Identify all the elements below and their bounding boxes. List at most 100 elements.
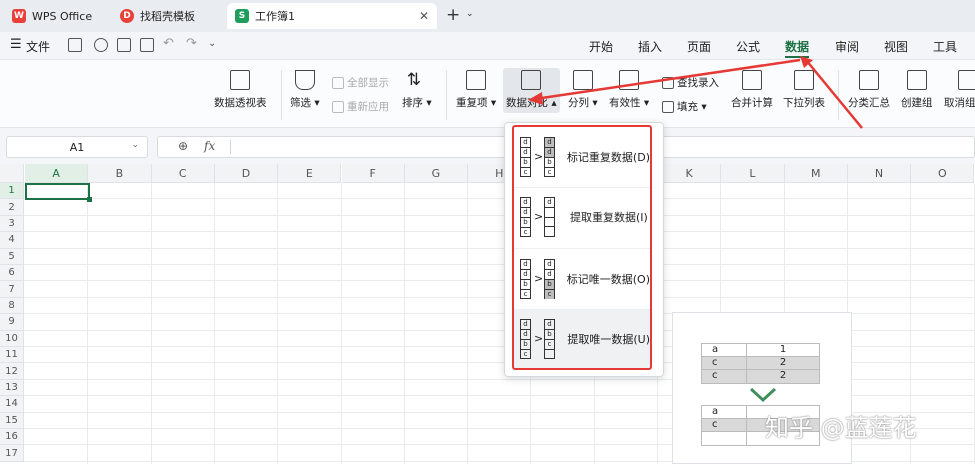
print-preview-icon[interactable] (140, 38, 154, 52)
select-all-corner[interactable] (0, 164, 24, 183)
grid-line (24, 247, 975, 249)
grid-line (24, 280, 975, 282)
dropdown-list-button[interactable]: 下拉列表 (783, 70, 825, 110)
row-header[interactable]: 13 (0, 379, 24, 397)
ribbon-tab-data[interactable]: 数据 (785, 38, 809, 55)
row-header[interactable]: 8 (0, 297, 24, 315)
more-chevron-icon[interactable]: ⌄ (208, 38, 216, 49)
row-header[interactable]: 1 (0, 183, 24, 200)
hamburger-menu-icon[interactable]: ☰ (10, 37, 22, 52)
name-box[interactable]: A1 ⌄ (6, 136, 148, 158)
row-header[interactable]: 2 (0, 199, 24, 216)
row-header[interactable]: 5 (0, 248, 24, 265)
filter-icon (294, 70, 315, 90)
duplicates-button[interactable]: 重复项 ▾ (456, 70, 496, 110)
table-row: c2 (702, 370, 819, 383)
tab-workbook1[interactable]: S 工作簿1 ✕ (227, 3, 437, 29)
function-icon[interactable]: fx (204, 139, 215, 153)
column-header[interactable]: C (151, 164, 215, 183)
merge-calc-button[interactable]: 合并计算 (731, 70, 773, 110)
validity-button[interactable]: 有效性 ▾ (609, 70, 649, 110)
reapply-icon (332, 100, 344, 113)
row-header[interactable]: 3 (0, 215, 24, 233)
ribbon-tab-home[interactable]: 开始 (589, 38, 613, 55)
ungroup-button[interactable]: 取消组 (944, 70, 975, 110)
create-group-icon (906, 70, 927, 90)
divider (230, 140, 231, 154)
share-icon[interactable] (94, 38, 108, 52)
grid-line (24, 231, 975, 233)
row-header[interactable]: 11 (0, 347, 24, 364)
duplicates-label: 重复项 ▾ (456, 97, 497, 109)
reapply-label: 重新应用 (347, 101, 389, 113)
print-icon[interactable] (117, 38, 131, 52)
row-header[interactable]: 14 (0, 396, 24, 413)
lookup-entry-button[interactable]: 查找录入 (662, 75, 719, 90)
tab-label: WPS Office (32, 9, 93, 23)
ribbon-tab-tools[interactable]: 工具 (933, 38, 957, 55)
down-arrow-icon (749, 387, 777, 403)
close-tab-icon[interactable]: ✕ (419, 9, 429, 23)
table-row: a1 (702, 344, 819, 357)
row-header[interactable]: 10 (0, 330, 24, 347)
row-header[interactable]: 15 (0, 412, 24, 429)
column-header[interactable]: F (341, 164, 405, 183)
ribbon-tab-page[interactable]: 页面 (687, 38, 711, 55)
active-cell-a1[interactable] (25, 183, 90, 200)
fill-label: 填充 ▾ (677, 101, 707, 113)
column-header[interactable]: M (784, 164, 848, 183)
docer-logo-icon: D (120, 9, 134, 23)
grid-line (87, 183, 89, 464)
column-header[interactable]: B (88, 164, 152, 183)
show-all-button[interactable]: 全部显示 (332, 75, 389, 90)
filter-button[interactable]: 筛选 ▾ (290, 70, 320, 110)
row-header[interactable]: 6 (0, 265, 24, 282)
column-header[interactable]: A (25, 164, 89, 183)
grid-line (24, 264, 975, 265)
row-header[interactable]: 9 (0, 314, 24, 331)
column-header[interactable]: E (278, 164, 342, 183)
tab-wps-office[interactable]: W WPS Office (4, 3, 110, 29)
pivot-table-button[interactable]: 数据透视表 (214, 70, 267, 110)
name-box-chevron-icon[interactable]: ⌄ (131, 140, 139, 150)
subtotal-label: 分类汇总 (848, 97, 890, 109)
split-column-button[interactable]: 分列 ▾ (568, 70, 598, 110)
menu-bar: ☰ 文件 ↶ ↷ ⌄ 开始 插入 页面 公式 数据 审阅 视图 工具 (0, 32, 975, 60)
create-group-button[interactable]: 创建组 (901, 70, 933, 110)
row-header[interactable]: 7 (0, 281, 24, 298)
redo-icon[interactable]: ↷ (186, 36, 197, 51)
save-icon[interactable] (68, 38, 82, 52)
ribbon-tab-insert[interactable]: 插入 (638, 38, 662, 55)
fill-button[interactable]: 填充 ▾ (662, 99, 707, 114)
zoom-formula-icon[interactable]: ⊕ (178, 139, 188, 153)
merge-calc-label: 合并计算 (731, 97, 773, 109)
new-tab-icon[interactable]: + (446, 5, 460, 25)
pivot-table-label: 数据透视表 (214, 97, 267, 109)
column-header[interactable]: G (404, 164, 469, 183)
validity-label: 有效性 ▾ (609, 97, 650, 109)
subtotal-button[interactable]: 分类汇总 (848, 70, 890, 110)
column-header[interactable]: L (721, 164, 785, 183)
column-header[interactable]: O (911, 164, 975, 183)
sort-button[interactable]: ⇅ 排序 ▾ (402, 70, 432, 110)
undo-icon[interactable]: ↶ (163, 36, 174, 51)
ribbon-tab-view[interactable]: 视图 (884, 38, 908, 55)
column-header[interactable]: D (214, 164, 279, 183)
file-menu[interactable]: 文件 (26, 38, 50, 55)
row-header[interactable]: 17 (0, 445, 24, 462)
row-header[interactable]: 16 (0, 429, 24, 446)
grid-line (467, 183, 469, 464)
row-header[interactable]: 12 (0, 363, 24, 380)
fill-handle[interactable] (87, 197, 92, 202)
validity-icon (619, 70, 640, 90)
tab-list-chevron-icon[interactable]: ⌄ (466, 9, 474, 19)
tab-docer-templates[interactable]: D 找稻壳模板 (112, 3, 222, 29)
column-header[interactable]: K (658, 164, 722, 183)
column-header[interactable]: N (847, 164, 912, 183)
ribbon-tab-formula[interactable]: 公式 (736, 38, 760, 55)
row-header[interactable]: 4 (0, 232, 24, 249)
ribbon-tab-review[interactable]: 审阅 (835, 38, 859, 55)
reapply-button[interactable]: 重新应用 (332, 99, 389, 114)
sort-label: 排序 ▾ (402, 97, 432, 109)
data-compare-button[interactable]: 数据对比 ▴ (503, 68, 560, 113)
